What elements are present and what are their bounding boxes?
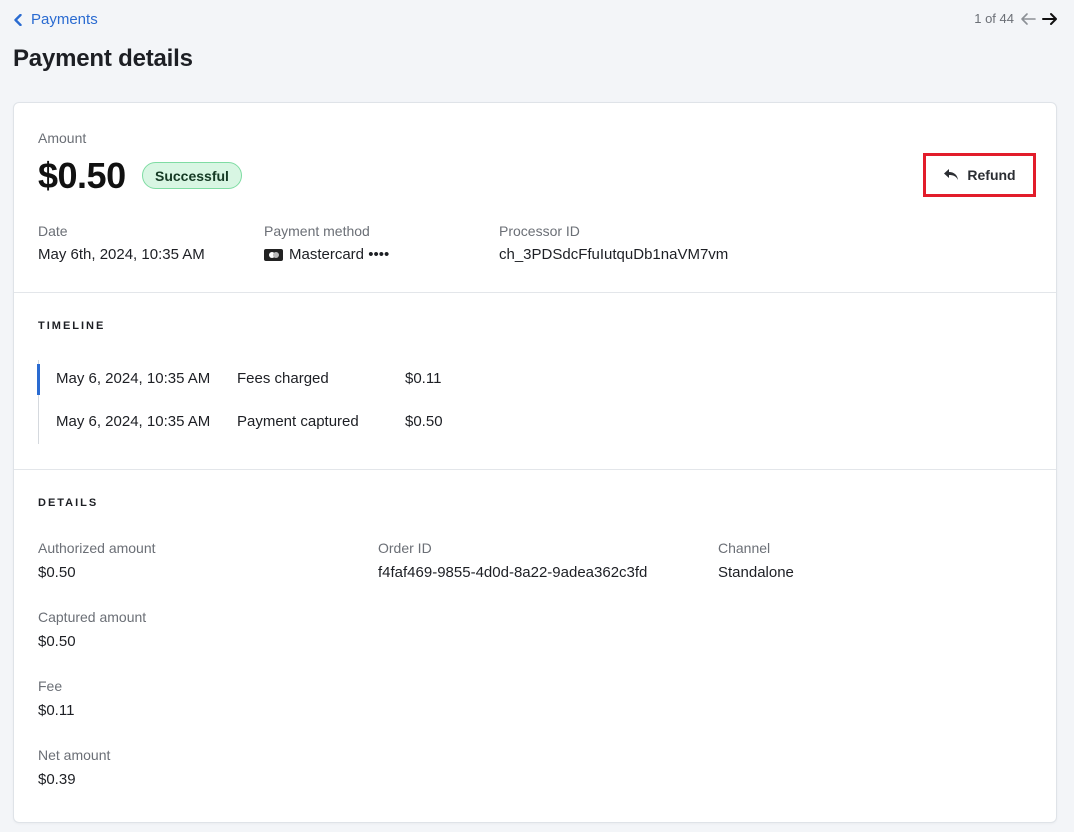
pager: 1 of 44 (974, 11, 1058, 26)
payment-method-value: Mastercard •••• (264, 246, 389, 263)
payment-method-text: Mastercard •••• (289, 246, 390, 263)
amount-label: Amount (38, 130, 87, 146)
payment-method-field: Payment method Mastercard •••• (264, 223, 389, 263)
mastercard-icon (264, 248, 283, 261)
net-amount-value: $0.39 (38, 771, 76, 788)
chevron-left-icon (14, 13, 22, 26)
timeline-event-time: May 6, 2024, 10:35 AM (56, 370, 211, 387)
fee-value: $0.11 (38, 702, 75, 719)
captured-amount-value: $0.50 (38, 633, 76, 650)
order-id-field: Order ID f4faf469-9855-4d0d-8a22-9adea36… (378, 540, 647, 581)
fee-label: Fee (38, 678, 63, 694)
payment-amount: $0.50 (38, 155, 126, 196)
processor-id-value: ch_3PDSdcFfuIutquDb1naVM7vm (499, 246, 729, 263)
back-to-payments-link[interactable]: Payments (13, 11, 98, 28)
date-field: Date May 6th, 2024, 10:35 AM (38, 223, 205, 263)
timeline-event-amount: $0.11 (405, 370, 442, 387)
timeline-event-name: Payment captured (237, 413, 359, 430)
captured-amount-label: Captured amount (38, 609, 147, 625)
timeline-heading: TIMELINE (38, 320, 106, 332)
timeline-section: TIMELINE May 6, 2024, 10:35 AM Fees char… (14, 293, 1056, 470)
order-id-label: Order ID (378, 540, 432, 556)
processor-id-label: Processor ID (499, 223, 580, 239)
timeline-active-marker (37, 364, 40, 395)
channel-label: Channel (718, 540, 771, 556)
payment-method-label: Payment method (264, 223, 370, 239)
captured-amount-field: Captured amount $0.50 (38, 609, 146, 650)
pager-text: 1 of 44 (974, 11, 1014, 26)
authorized-amount-field: Authorized amount $0.50 (38, 540, 156, 581)
next-arrow-icon[interactable] (1042, 12, 1058, 26)
details-section: DETAILS Authorized amount $0.50 Order ID… (14, 470, 1056, 822)
refund-button[interactable]: Refund (923, 153, 1036, 197)
date-value: May 6th, 2024, 10:35 AM (38, 246, 205, 263)
timeline-event: May 6, 2024, 10:35 AM Fees charged $0.11 (56, 370, 441, 387)
authorized-amount-value: $0.50 (38, 564, 76, 581)
channel-field: Channel Standalone (718, 540, 794, 581)
net-amount-field: Net amount $0.39 (38, 747, 110, 788)
payment-details-card: Amount $0.50 Successful Refund Date May … (13, 102, 1057, 823)
order-id-value: f4faf469-9855-4d0d-8a22-9adea362c3fd (378, 564, 648, 581)
net-amount-label: Net amount (38, 747, 111, 763)
timeline-event-amount: $0.50 (405, 413, 443, 430)
status-badge: Successful (142, 162, 242, 189)
date-label: Date (38, 223, 68, 239)
authorized-amount-label: Authorized amount (38, 540, 156, 556)
page-title: Payment details (13, 45, 193, 72)
top-bar: Payments 1 of 44 (13, 11, 1058, 33)
timeline-event-time: May 6, 2024, 10:35 AM (56, 413, 211, 430)
reply-icon (944, 169, 959, 180)
fee-field: Fee $0.11 (38, 678, 74, 719)
channel-value: Standalone (718, 564, 794, 581)
back-link-label: Payments (31, 11, 98, 28)
payment-summary-section: Amount $0.50 Successful Refund Date May … (14, 103, 1056, 293)
refund-button-label: Refund (967, 167, 1016, 183)
timeline-event-name: Fees charged (237, 370, 329, 387)
processor-id-field: Processor ID ch_3PDSdcFfuIutquDb1naVM7vm (499, 223, 728, 263)
timeline-event: May 6, 2024, 10:35 AM Payment captured $… (56, 413, 443, 430)
details-heading: DETAILS (38, 497, 99, 509)
previous-arrow-icon[interactable] (1020, 12, 1036, 26)
